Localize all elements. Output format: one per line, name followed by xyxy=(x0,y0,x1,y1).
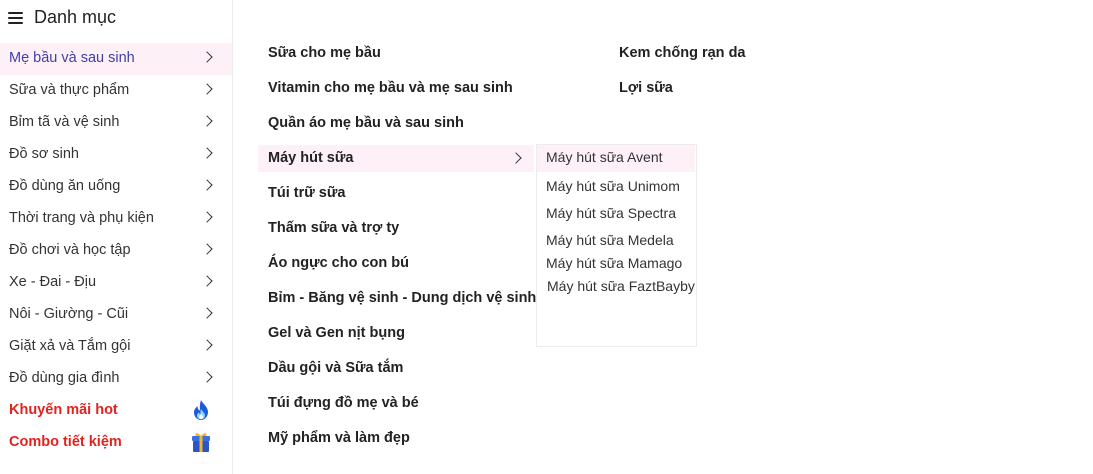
subcategory-item[interactable]: Sữa cho mẹ bầu xyxy=(268,45,381,61)
flyout-item[interactable]: Máy hút sữa Unimom xyxy=(546,178,680,194)
subcategory-item[interactable]: Dầu gội và Sữa tắm xyxy=(268,360,403,376)
subcategory-item[interactable]: Mỹ phẩm và làm đẹp xyxy=(268,430,410,446)
category-label: Giặt xả và Tắm gội xyxy=(9,338,131,354)
subcategory-item[interactable]: Gel và Gen nịt bụng xyxy=(268,325,405,341)
gift-icon xyxy=(192,433,210,452)
category-label: Đồ dùng gia đình xyxy=(9,370,120,386)
category-label: Mẹ bầu và sau sinh xyxy=(9,50,135,66)
chevron-right-icon xyxy=(201,307,213,319)
category-item-gia-dinh[interactable]: Đồ dùng gia đình xyxy=(0,363,232,395)
hamburger-menu-icon[interactable] xyxy=(8,12,23,24)
category-sidebar: Danh mục Mẹ bầu và sau sinh Sữa và thực … xyxy=(0,0,233,474)
chevron-right-icon xyxy=(201,147,213,159)
subcategory-item[interactable]: Lợi sữa xyxy=(619,80,673,96)
chevron-right-icon xyxy=(201,339,213,351)
flyout-item[interactable]: Máy hút sữa Mamago xyxy=(546,255,682,271)
category-label: Xe - Đai - Địu xyxy=(9,274,97,290)
promo-label: Combo tiết kiệm xyxy=(9,434,122,450)
subcategory-item-active[interactable]: Máy hút sữa xyxy=(268,150,353,166)
chevron-right-icon xyxy=(201,243,213,255)
flyout-item[interactable]: Máy hút sữa FaztBayby xyxy=(547,278,695,294)
subcategory-item[interactable]: Bỉm - Băng vệ sinh - Dung dịch vệ sinh xyxy=(268,290,536,306)
category-item-thoi-trang[interactable]: Thời trang và phụ kiện xyxy=(0,203,232,235)
chevron-right-icon xyxy=(201,115,213,127)
category-label: Đồ dùng ăn uống xyxy=(9,178,121,194)
category-item-xe-dai-diu[interactable]: Xe - Đai - Địu xyxy=(0,267,232,299)
chevron-right-icon xyxy=(201,275,213,287)
subcategory-item[interactable]: Túi đựng đồ mẹ và bé xyxy=(268,395,419,411)
chevron-right-icon xyxy=(201,83,213,95)
sidebar-title: Danh mục xyxy=(34,7,117,27)
chevron-right-icon xyxy=(201,371,213,383)
category-item-me-bau[interactable]: Mẹ bầu và sau sinh xyxy=(0,43,232,75)
category-item-combo[interactable]: Combo tiết kiệm xyxy=(0,427,232,459)
subcategory-item[interactable]: Áo ngực cho con bú xyxy=(268,255,409,271)
subcategory-item[interactable]: Vitamin cho mẹ bầu và mẹ sau sinh xyxy=(268,80,513,96)
category-item-noi-giuong-cui[interactable]: Nôi - Giường - Cũi xyxy=(0,299,232,331)
category-item-giat-xa[interactable]: Giặt xả và Tắm gội xyxy=(0,331,232,363)
category-label: Đồ chơi và học tập xyxy=(9,242,131,258)
subcategory-item[interactable]: Quần áo mẹ bầu và sau sinh xyxy=(268,115,464,131)
flyout-item[interactable]: Máy hút sữa Medela xyxy=(546,232,674,248)
category-item-bim-ta[interactable]: Bỉm tã và vệ sinh xyxy=(0,107,232,139)
chevron-right-icon xyxy=(201,211,213,223)
chevron-right-icon xyxy=(201,179,213,191)
category-label: Thời trang và phụ kiện xyxy=(9,210,154,226)
category-item-khuyen-mai[interactable]: Khuyến mãi hot xyxy=(0,395,232,427)
chevron-right-icon xyxy=(201,51,213,63)
flyout-item[interactable]: Máy hút sữa Avent xyxy=(546,149,663,165)
category-label: Bỉm tã và vệ sinh xyxy=(9,114,120,130)
subcategory-item[interactable]: Thấm sữa và trợ ty xyxy=(268,220,399,236)
category-item-do-so-sinh[interactable]: Đồ sơ sinh xyxy=(0,139,232,171)
promo-label: Khuyến mãi hot xyxy=(9,402,118,418)
category-label: Sữa và thực phẩm xyxy=(9,82,130,98)
category-list: Mẹ bầu và sau sinh Sữa và thực phẩm Bỉm … xyxy=(0,43,232,459)
category-item-do-choi[interactable]: Đồ chơi và học tập xyxy=(0,235,232,267)
subcategory-item[interactable]: Kem chống rạn da xyxy=(619,45,746,61)
category-item-an-uong[interactable]: Đồ dùng ăn uống xyxy=(0,171,232,203)
flyout-item[interactable]: Máy hút sữa Spectra xyxy=(546,205,676,221)
sidebar-header: Danh mục xyxy=(0,0,232,36)
flame-icon xyxy=(194,400,208,420)
category-item-sua[interactable]: Sữa và thực phẩm xyxy=(0,75,232,107)
category-label: Đồ sơ sinh xyxy=(9,146,79,162)
subcategory-item[interactable]: Túi trữ sữa xyxy=(268,185,345,201)
category-label: Nôi - Giường - Cũi xyxy=(9,306,129,322)
